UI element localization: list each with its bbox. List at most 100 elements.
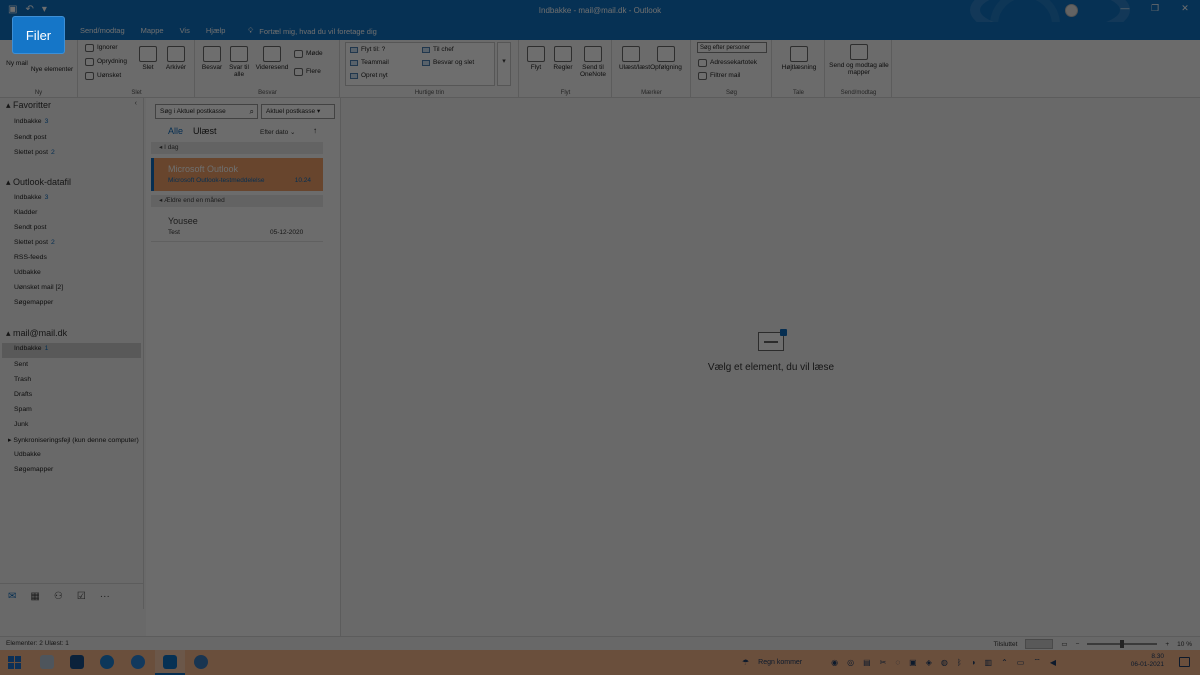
wifi-icon[interactable]: ⌔	[1033, 657, 1041, 667]
folder-item[interactable]: Spam	[14, 406, 32, 413]
tray-icon[interactable]: ▤	[863, 658, 871, 667]
quickstep-item[interactable]: Til chef	[422, 46, 454, 53]
edge-icon[interactable]	[100, 655, 114, 669]
folder-item[interactable]: Slettet post 2	[14, 239, 55, 246]
tray-icon[interactable]: ✂	[880, 658, 887, 667]
new-mail-button[interactable]: Ny mail	[6, 60, 28, 67]
zoom-out-icon[interactable]: −	[1076, 641, 1080, 648]
search-icon[interactable]: ⌕	[250, 105, 254, 118]
tab-help[interactable]: Hjælp	[206, 26, 226, 35]
sort-dropdown[interactable]: Efter dato ⌄	[260, 128, 295, 136]
quickstep-item[interactable]: Besvar og slet	[422, 59, 474, 66]
tray-icon[interactable]: ◑	[971, 658, 976, 667]
folder-item[interactable]: Uønsket mail [2]	[14, 284, 63, 291]
folder-item[interactable]: Kladder	[14, 209, 37, 216]
folder-item[interactable]: Trash	[14, 376, 31, 383]
windows-start-icon[interactable]	[8, 656, 21, 669]
zoom-slider[interactable]	[1087, 640, 1158, 648]
battery-icon[interactable]: ▭	[1017, 658, 1025, 667]
account-header[interactable]: ▴ Outlook-datafil	[6, 177, 71, 188]
tab-send-receive[interactable]: Send/modtag	[80, 26, 125, 35]
account-header[interactable]: ▴ mail@mail.dk	[6, 328, 67, 339]
calendar-icon[interactable]: ▦	[30, 591, 39, 602]
favorites-header[interactable]: ▴ Favoritter	[6, 100, 51, 111]
chevron-up-icon[interactable]: ⌃	[1001, 658, 1008, 667]
folder-item[interactable]: Slettet post 2	[14, 149, 55, 156]
maximize-button[interactable]: ❐	[1148, 3, 1162, 14]
folder-item[interactable]: Sent	[14, 361, 28, 368]
reply-all-button[interactable]: Svar til alle	[226, 46, 252, 78]
search-people-input[interactable]: Søg efter personer	[697, 42, 767, 53]
bluetooth-icon[interactable]: ᛒ	[957, 658, 962, 667]
tray-icon[interactable]: ▣	[909, 658, 917, 667]
volume-icon[interactable]: ◀	[1050, 658, 1056, 667]
folder-item[interactable]: Indbakke 1	[14, 345, 48, 352]
reply-button[interactable]: Besvar	[200, 46, 224, 71]
unread-read-button[interactable]: Ulæst/læst	[619, 46, 650, 71]
zoom-level[interactable]: 10 %	[1177, 641, 1192, 648]
reading-view-icon[interactable]: ▭	[1061, 640, 1067, 648]
new-items-button[interactable]: Nye elementer	[30, 66, 74, 73]
search-input[interactable]: Søg i Aktuel postkasse ⌕	[155, 104, 258, 119]
mail-icon[interactable]: ✉	[8, 591, 16, 602]
tell-me-search[interactable]: 💡︎ Fortæl mig, hvad du vil foretage dig	[248, 26, 377, 36]
folder-item[interactable]: Sendt post	[14, 224, 47, 231]
read-aloud-button[interactable]: Højtlæsning	[775, 46, 823, 71]
folder-item[interactable]: Udbakke	[14, 269, 41, 276]
file-tab-button[interactable]: Filer	[12, 16, 65, 54]
filter-mail-button[interactable]: Filtrer mail	[698, 72, 740, 80]
move-button[interactable]: Flyt	[526, 46, 546, 71]
folder-item[interactable]: ▸ Synkroniseringsfejl (kun denne compute…	[8, 436, 139, 444]
filter-unread-button[interactable]: Ulæst	[193, 126, 217, 136]
quickstep-item[interactable]: Teammail	[350, 59, 389, 66]
delete-button[interactable]: Slet	[137, 46, 159, 71]
quick-steps-more-button[interactable]: ▾	[497, 42, 511, 86]
outlook-icon[interactable]	[163, 655, 177, 669]
followup-button[interactable]: Opfølgning	[645, 46, 687, 71]
folder-item[interactable]: Indbakke 3	[14, 118, 48, 125]
message-item-selected[interactable]: Microsoft Outlook Microsoft Outlook-test…	[151, 158, 323, 191]
weather-icon[interactable]: ☂	[742, 658, 749, 667]
tab-view[interactable]: Vis	[180, 26, 190, 35]
group-header-older[interactable]: ◂ Ældre end en måned	[151, 195, 323, 207]
quickstep-item[interactable]: Flyt til: ?	[350, 46, 385, 53]
taskbar-clock[interactable]: 8.30 06-01-2021	[1131, 653, 1164, 670]
tray-icon[interactable]: ◌	[895, 658, 900, 667]
archive-button[interactable]: Arkivér	[163, 46, 189, 71]
tray-icon[interactable]: ◍	[941, 658, 948, 667]
group-header-today[interactable]: ◂ I dag	[151, 142, 323, 154]
folder-item[interactable]: Indbakke 3	[14, 194, 48, 201]
people-icon[interactable]: ⚇	[54, 591, 63, 602]
folder-item[interactable]: Junk	[14, 421, 28, 428]
folder-item[interactable]: Sendt post	[14, 134, 47, 141]
address-book-button[interactable]: Adressekartotek	[698, 59, 757, 67]
more-respond-button[interactable]: Flere	[294, 68, 321, 76]
browser-icon[interactable]	[131, 655, 145, 669]
junk-button[interactable]: Uønsket	[85, 72, 121, 80]
notification-icon[interactable]	[1179, 657, 1190, 667]
rules-button[interactable]: Regler	[550, 46, 576, 71]
tab-folder[interactable]: Mappe	[141, 26, 164, 35]
collapse-pane-icon[interactable]: ‹	[135, 100, 137, 107]
filter-all-button[interactable]: Alle	[168, 126, 183, 136]
folder-item[interactable]: Drafts	[14, 391, 32, 398]
settings-icon[interactable]	[194, 655, 208, 669]
send-receive-all-button[interactable]: Send og modtag alle mapper	[828, 44, 890, 76]
task-view-icon[interactable]	[40, 655, 54, 669]
tray-icon[interactable]: ◉	[831, 658, 838, 667]
cleanup-button[interactable]: Oprydning	[85, 58, 127, 66]
folder-item[interactable]: Søgemapper	[14, 299, 53, 306]
meeting-button[interactable]: Møde	[294, 50, 323, 58]
forward-button[interactable]: Videresend	[254, 46, 290, 71]
search-scope-dropdown[interactable]: Aktuel postkasse ▾	[261, 104, 335, 119]
tray-icon[interactable]: ◎	[847, 658, 854, 667]
app-icon[interactable]	[70, 655, 84, 669]
account-avatar[interactable]	[1065, 4, 1078, 17]
weather-label[interactable]: Regn kommer	[758, 659, 802, 666]
tasks-icon[interactable]: ☑	[77, 591, 86, 602]
zoom-in-icon[interactable]: +	[1165, 641, 1169, 648]
folder-item[interactable]: Udbakke	[14, 451, 41, 458]
sort-direction-icon[interactable]: ↑	[313, 126, 317, 135]
folder-item[interactable]: RSS-feeds	[14, 254, 47, 261]
onenote-button[interactable]: Send til OneNote	[578, 46, 608, 78]
